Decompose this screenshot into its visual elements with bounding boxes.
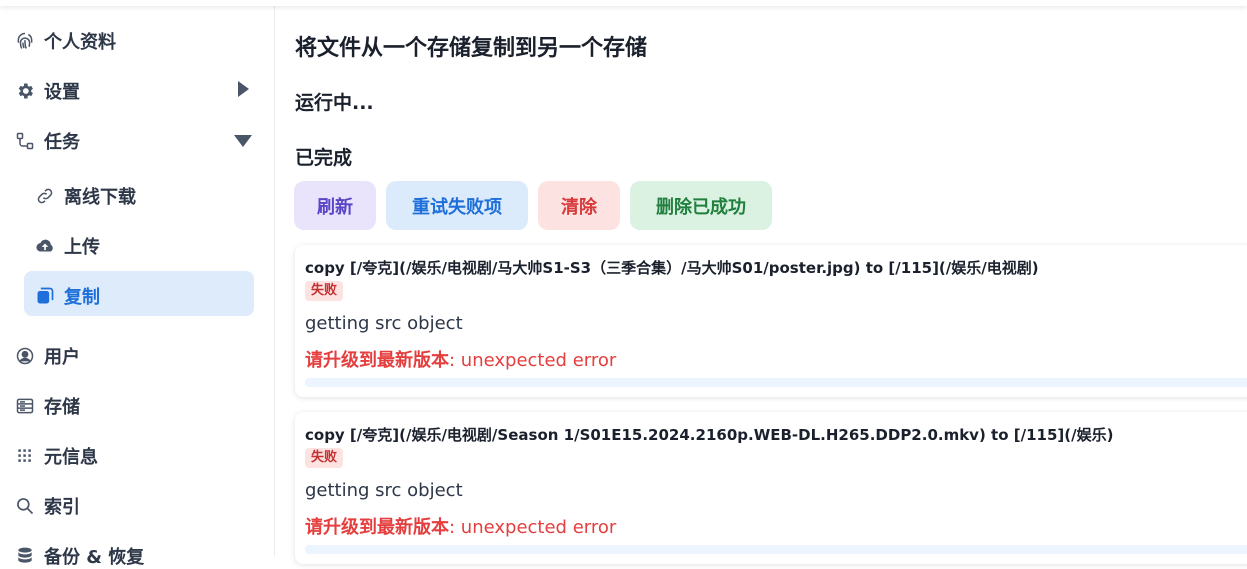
done-heading: 已完成 bbox=[295, 147, 353, 169]
task-card: copy [/夸克](/娱乐/电视剧/Season 1/S01E15.2024.… bbox=[295, 412, 1247, 564]
caret-right-icon[interactable] bbox=[236, 80, 250, 102]
sidebar-item-label: 设置 bbox=[44, 82, 80, 103]
sidebar-item-metadata[interactable]: 元信息 bbox=[14, 443, 98, 469]
sidebar-item-offline-download[interactable]: 离线下载 bbox=[34, 183, 136, 209]
top-bar bbox=[0, 0, 1247, 6]
sidebar-item-users[interactable]: 用户 bbox=[14, 343, 80, 369]
page-title: 将文件从一个存储复制到另一个存储 bbox=[295, 36, 648, 61]
sidebar-item-label: 存储 bbox=[44, 397, 80, 418]
task-status: getting src object bbox=[305, 480, 463, 501]
sidebar-item-copy[interactable]: 复制 bbox=[34, 283, 100, 309]
status-badge: 失败 bbox=[305, 448, 344, 468]
status-badge: 失败 bbox=[305, 281, 344, 301]
search-icon bbox=[14, 495, 36, 517]
sidebar-item-backup-restore[interactable]: 备份 & 恢复 bbox=[14, 543, 144, 569]
sidebar-item-label: 用户 bbox=[44, 347, 80, 368]
main-content: 将文件从一个存储复制到另一个存储 运行中... 已完成 刷新 重试失败项 清除 … bbox=[275, 6, 1247, 564]
clear-button[interactable]: 清除 bbox=[538, 181, 620, 230]
sidebar-item-label: 任务 bbox=[44, 132, 80, 153]
caret-down-icon[interactable] bbox=[233, 133, 253, 152]
task-name: copy [/夸克](/娱乐/电视剧/Season 1/S01E15.2024.… bbox=[305, 426, 1114, 444]
sidebar-item-profile[interactable]: 个人资料 bbox=[14, 28, 116, 54]
cloud-upload-icon bbox=[34, 235, 56, 257]
error-prefix: 请升级到最新版本 bbox=[305, 350, 449, 371]
running-heading: 运行中... bbox=[295, 92, 374, 114]
database-icon bbox=[14, 395, 36, 417]
sidebar-item-label: 复制 bbox=[64, 287, 100, 308]
sidebar-item-label: 索引 bbox=[44, 497, 80, 518]
task-progress-bar bbox=[305, 378, 1247, 387]
sidebar-item-label: 备份 & 恢复 bbox=[44, 547, 145, 568]
fingerprint-icon bbox=[14, 30, 36, 52]
database-stack-icon bbox=[14, 545, 36, 567]
user-circle-icon bbox=[14, 345, 36, 367]
error-prefix: 请升级到最新版本 bbox=[305, 517, 449, 538]
copy-icon bbox=[34, 285, 56, 307]
error-message: : unexpected error bbox=[449, 350, 617, 371]
retry-failed-button[interactable]: 重试失败项 bbox=[386, 181, 528, 230]
sidebar-item-settings[interactable]: 设置 bbox=[14, 78, 80, 104]
sidebar-item-index[interactable]: 索引 bbox=[14, 493, 80, 519]
task-progress-bar bbox=[305, 545, 1247, 554]
delete-succeeded-button[interactable]: 删除已成功 bbox=[630, 181, 772, 230]
task-card: copy [/夸克](/娱乐/电视剧/马大帅S1-S3（三季合集）/马大帅S01… bbox=[295, 245, 1247, 397]
tasks-icon bbox=[14, 130, 36, 152]
sidebar-item-storage[interactable]: 存储 bbox=[14, 393, 80, 419]
metadata-icon bbox=[14, 445, 36, 467]
sidebar-item-label: 元信息 bbox=[44, 447, 98, 468]
gear-icon bbox=[14, 80, 36, 102]
task-status: getting src object bbox=[305, 313, 463, 334]
sidebar-item-label: 上传 bbox=[64, 237, 100, 258]
sidebar-item-label: 离线下载 bbox=[64, 187, 136, 208]
sidebar-item-label: 个人资料 bbox=[44, 32, 116, 53]
refresh-button[interactable]: 刷新 bbox=[294, 181, 376, 230]
sidebar: 个人资料 设置 任务 离线下载 上传 复制 用户 存储 元信息 索引 备份 & … bbox=[0, 6, 275, 568]
task-error: 请升级到最新版本: unexpected error bbox=[305, 513, 616, 539]
error-message: : unexpected error bbox=[449, 517, 617, 538]
link-icon bbox=[34, 185, 56, 207]
task-error: 请升级到最新版本: unexpected error bbox=[305, 346, 616, 372]
sidebar-item-tasks[interactable]: 任务 bbox=[14, 128, 80, 154]
task-name: copy [/夸克](/娱乐/电视剧/马大帅S1-S3（三季合集）/马大帅S01… bbox=[305, 259, 1039, 277]
sidebar-item-upload[interactable]: 上传 bbox=[34, 233, 100, 259]
